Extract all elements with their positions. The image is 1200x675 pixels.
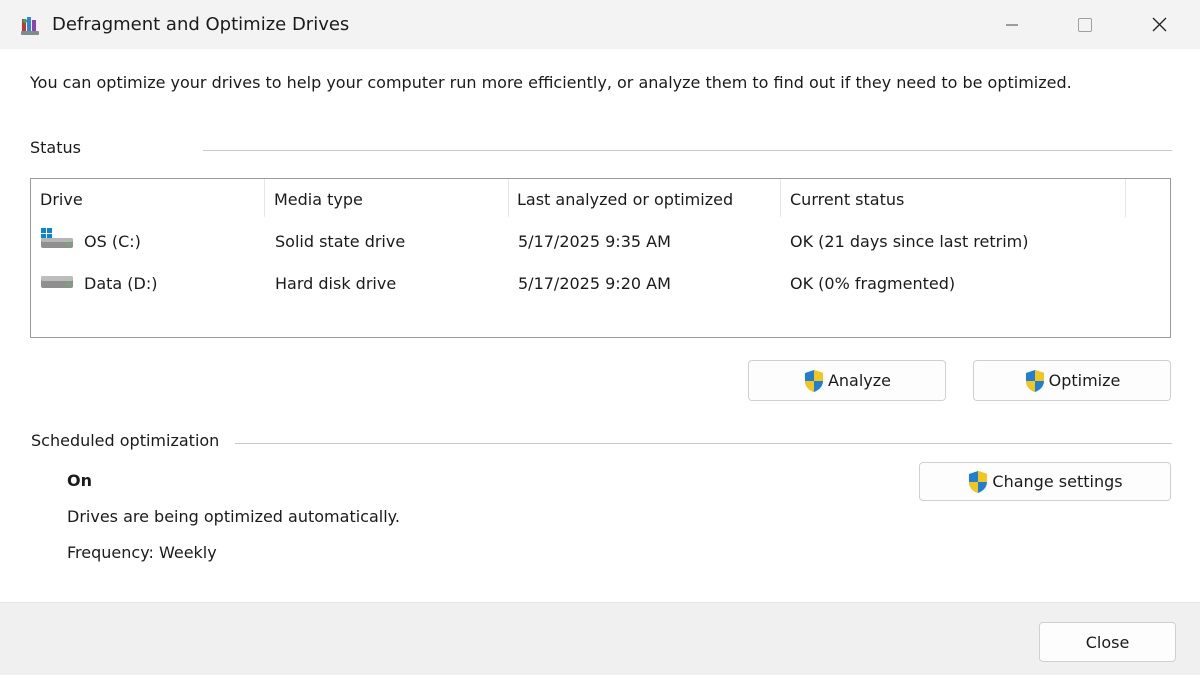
column-header-current-status[interactable]: Current status [790,179,904,219]
drive-name: OS (C:) [84,232,141,251]
column-header-drive[interactable]: Drive [40,179,83,219]
status-divider [203,150,1172,151]
defrag-window: Defragment and Optimize Drives You can o… [0,0,1200,675]
drive-media-type: Hard disk drive [275,274,397,293]
uac-shield-icon [1025,369,1044,392]
column-header-media-type[interactable]: Media type [274,179,363,219]
drive-last-run: 5/17/2025 9:35 AM [518,232,671,251]
window-title: Defragment and Optimize Drives [52,14,350,35]
hard-drive-icon [41,276,73,288]
maximize-button[interactable] [1062,0,1108,49]
analyze-label: Analyze [827,371,892,390]
status-section-label: Status [30,138,81,157]
main-content: You can optimize your drives to help you… [0,49,1200,602]
close-window-button[interactable] [1137,0,1183,49]
column-separator[interactable] [780,179,781,217]
column-separator[interactable] [1125,179,1126,217]
change-settings-label: Change settings [992,472,1123,491]
title-bar[interactable]: Defragment and Optimize Drives [0,0,1200,49]
drive-name: Data (D:) [84,274,158,293]
minimize-icon [1006,24,1018,26]
drive-media-type: Solid state drive [275,232,406,251]
maximize-icon [1078,18,1092,32]
column-header-last-analyzed[interactable]: Last analyzed or optimized [517,179,733,219]
schedule-frequency: Frequency: Weekly [67,543,217,562]
drive-list[interactable]: Drive Media type Last analyzed or optimi… [30,178,1171,338]
column-separator[interactable] [264,179,265,217]
column-separator[interactable] [508,179,509,217]
close-button[interactable]: Close [1039,622,1176,662]
optimize-label: Optimize [1048,371,1121,390]
analyze-button[interactable]: Analyze [748,360,946,401]
minimize-button[interactable] [989,0,1035,49]
dialog-footer: Close [0,602,1200,675]
drive-current-status: OK (21 days since last retrim) [790,232,1029,251]
scheduled-section-label: Scheduled optimization [31,431,220,450]
optimize-button[interactable]: Optimize [973,360,1171,401]
schedule-state: On [67,471,92,490]
intro-text: You can optimize your drives to help you… [30,73,1072,92]
drive-current-status: OK (0% fragmented) [790,274,956,293]
windows-drive-icon [41,228,73,248]
defrag-app-icon [21,17,39,35]
uac-shield-icon [969,470,988,493]
close-icon [1152,17,1167,32]
change-settings-button[interactable]: Change settings [919,462,1171,501]
schedule-description: Drives are being optimized automatically… [67,507,400,526]
scheduled-divider [235,443,1172,444]
drive-last-run: 5/17/2025 9:20 AM [518,274,671,293]
uac-shield-icon [804,369,823,392]
